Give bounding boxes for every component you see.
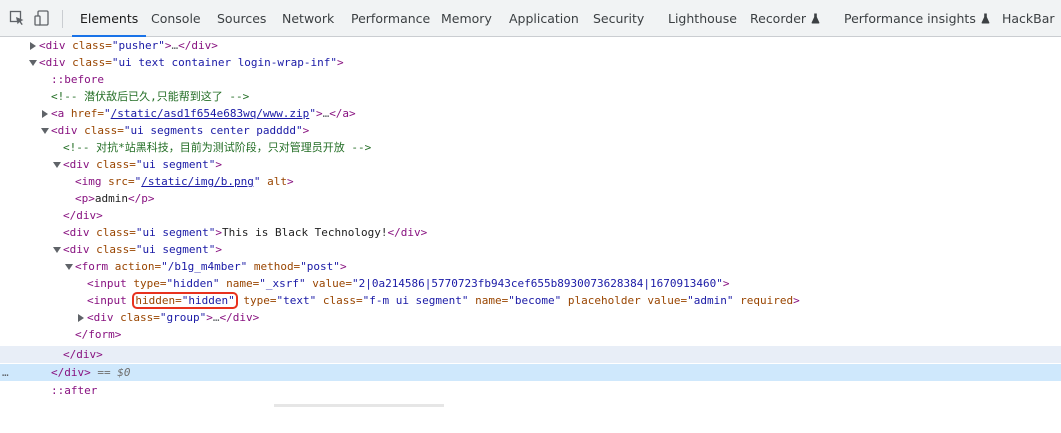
tree-row[interactable]: <!-- 对抗*站黑科技，目前为测试阶段，只对管理员开放 --> <box>0 139 1061 156</box>
tree-row[interactable]: <form action="/b1g_m4mber" method="post"… <box>0 258 1061 275</box>
tree-row[interactable]: <div class="ui segment">This is Black Te… <box>0 224 1061 241</box>
device-toggle-icon[interactable] <box>34 10 50 26</box>
tree-row[interactable]: <div class="ui segment"> <box>0 156 1061 173</box>
tree-row[interactable]: <div class="pusher">…</div> <box>0 37 1061 54</box>
tab-memory[interactable]: Memory <box>433 0 500 37</box>
flask-icon <box>811 13 820 24</box>
tab-performance[interactable]: Performance <box>343 0 438 37</box>
tab-lighthouse[interactable]: Lighthouse <box>660 0 745 37</box>
dom-tree: <div class="pusher">…</div> <div class="… <box>0 37 1061 407</box>
tab-security[interactable]: Security <box>585 0 652 37</box>
tree-row[interactable]: <p>admin</p> <box>0 190 1061 207</box>
tree-row[interactable]: <!-- 潜伏敌后已久,只能帮到这了 --> <box>0 88 1061 105</box>
tree-row-selected[interactable]: … </div> == $0 <box>0 364 1061 381</box>
hidden-attribute-highlight: hidden="hidden" <box>132 292 238 309</box>
tree-row[interactable]: <div class="group">…</div> <box>0 309 1061 326</box>
tree-row[interactable]: <div class="ui segments center padddd"> <box>0 122 1061 139</box>
tab-sources[interactable]: Sources <box>209 0 274 37</box>
tree-row[interactable]: </form> <box>0 326 1061 343</box>
tree-row[interactable]: <input type="hidden" name="_xsrf" value=… <box>0 275 1061 292</box>
tree-row[interactable]: <img src="/static/img/b.png" alt> <box>0 173 1061 190</box>
collapse-arrow-icon[interactable] <box>65 264 73 270</box>
tab-network[interactable]: Network <box>274 0 342 37</box>
expand-arrow-icon[interactable] <box>42 110 48 118</box>
tree-row[interactable]: <input hidden="hidden" type="text" class… <box>0 292 1061 309</box>
tab-application[interactable]: Application <box>501 0 587 37</box>
tree-row[interactable]: ::after <box>0 382 1061 399</box>
tab-performance-insights[interactable]: Performance insights <box>836 0 998 37</box>
collapse-arrow-icon[interactable] <box>41 128 49 134</box>
expand-arrow-icon[interactable] <box>78 314 84 322</box>
tab-console[interactable]: Console <box>143 0 209 37</box>
collapse-arrow-icon[interactable] <box>53 247 61 253</box>
tree-row[interactable]: <a href="/static/asd1f654e683wq/www.zip"… <box>0 105 1061 122</box>
expand-arrow-icon[interactable] <box>30 42 36 50</box>
tab-recorder[interactable]: Recorder <box>742 0 828 37</box>
tree-row[interactable]: <div class="ui segment"> <box>0 241 1061 258</box>
tree-row[interactable]: ::before <box>0 71 1061 88</box>
toolbar-separator <box>62 10 63 28</box>
more-actions-icon[interactable]: … <box>2 364 9 381</box>
collapse-arrow-icon[interactable] <box>53 162 61 168</box>
img-src-link[interactable]: /static/img/b.png <box>141 175 254 188</box>
collapse-arrow-icon[interactable] <box>29 60 37 66</box>
flask-icon <box>981 13 990 24</box>
zip-link[interactable]: /static/asd1f654e683wq/www.zip <box>111 107 310 120</box>
select-element-icon[interactable] <box>9 10 25 26</box>
tree-row[interactable]: <div class="ui text container login-wrap… <box>0 54 1061 71</box>
tab-elements[interactable]: Elements <box>72 0 147 37</box>
tree-row[interactable]: </div> <box>0 207 1061 224</box>
tree-row[interactable]: </div> <box>0 346 1061 363</box>
devtools-toolbar: Elements Console Sources Network Perform… <box>0 0 1061 37</box>
tab-hackbar[interactable]: HackBar <box>994 0 1061 37</box>
